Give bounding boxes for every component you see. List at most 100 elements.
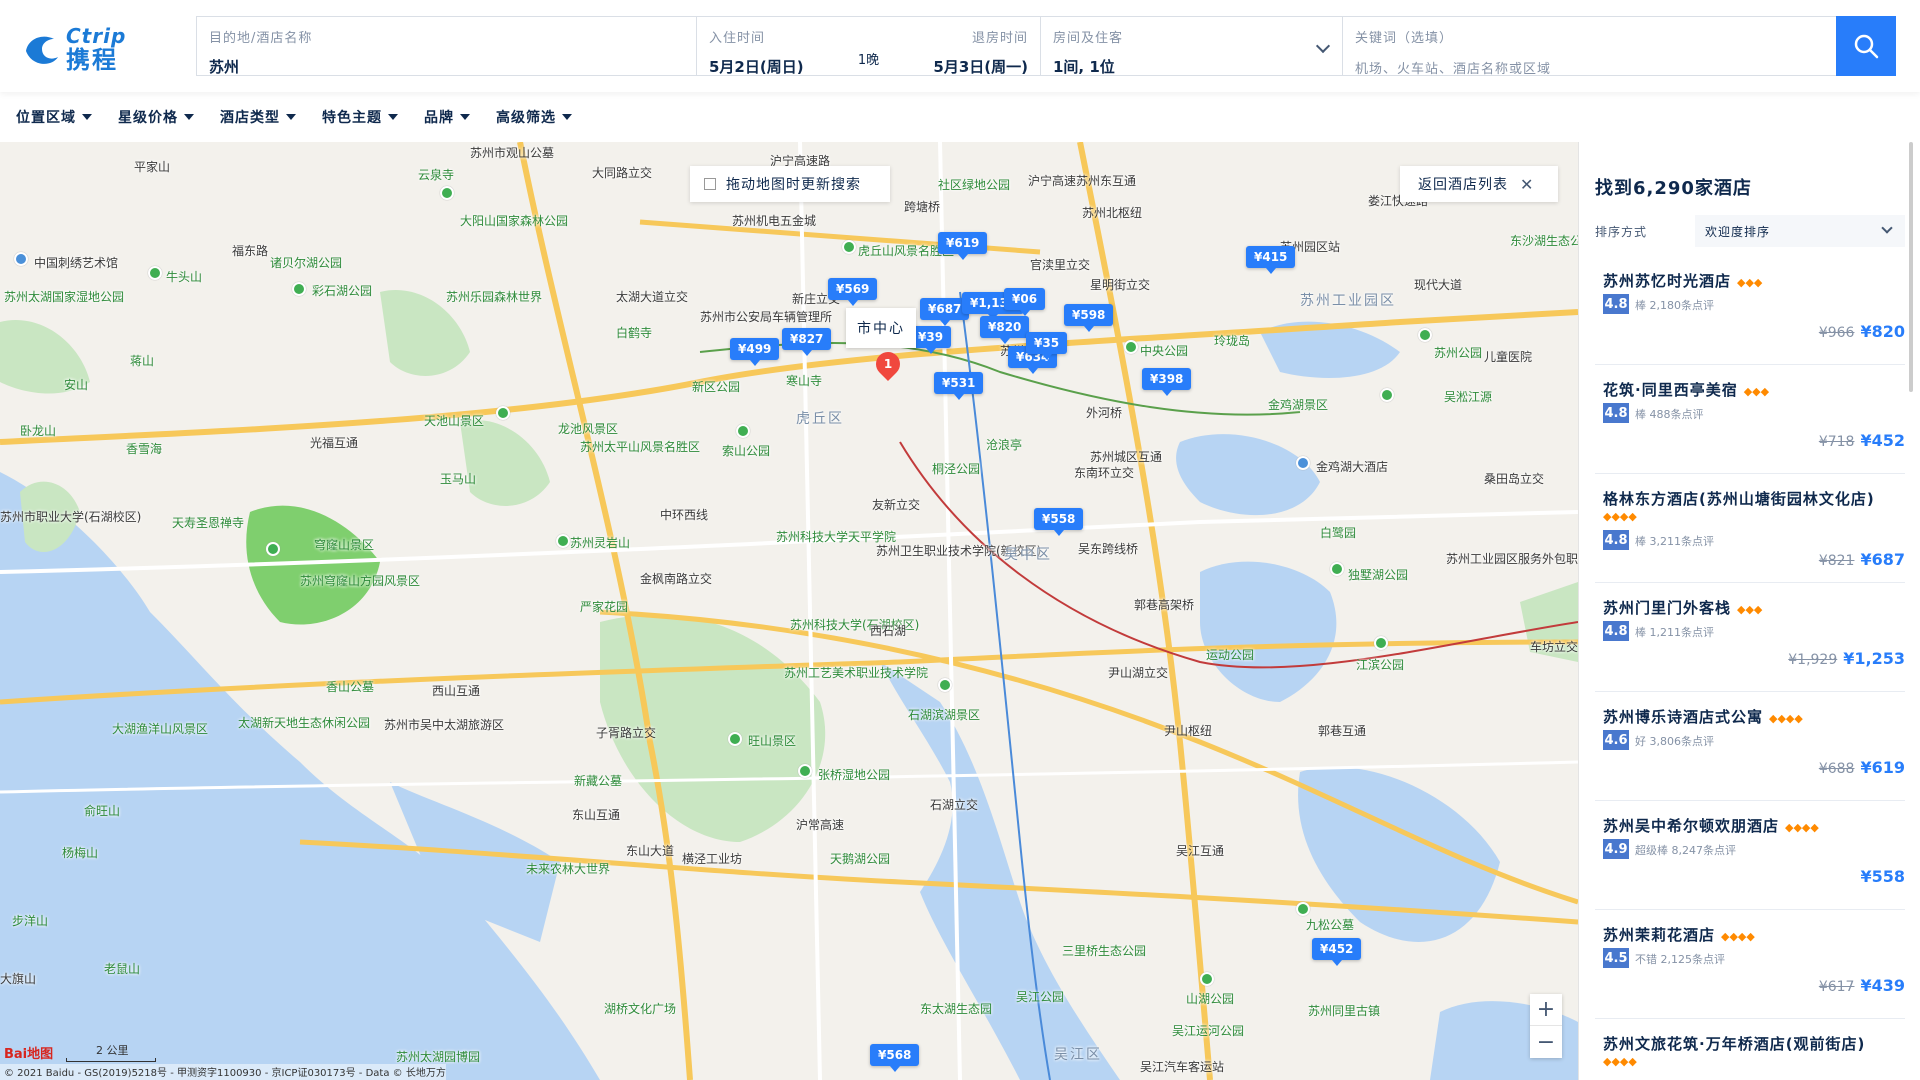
map-label: 运动公园	[1206, 648, 1255, 662]
hotel-name[interactable]: 苏州吴中希尔顿欢朋酒店	[1603, 817, 1779, 835]
hotel-card[interactable]: 苏州文旅花筑·万年桥酒店(观前街店) ◆◆◆◆	[1595, 1019, 1905, 1080]
filter-brand[interactable]: 品牌	[424, 107, 470, 127]
score-badge: 4.8	[1603, 530, 1629, 550]
hotel-card[interactable]: 苏州苏忆时光酒店 ◆◆◆ 4.8 棒 2,180条点评 ¥966 ¥820	[1595, 256, 1905, 365]
poi-marker	[440, 186, 454, 200]
hotel-card[interactable]: 苏州吴中希尔顿欢朋酒店 ◆◆◆◆ 4.9 超级棒 8,247条点评 ¥558	[1595, 801, 1905, 910]
hotel-price-pin[interactable]: ¥619	[938, 232, 988, 260]
sort-select[interactable]: 欢迎度排序	[1695, 215, 1905, 247]
search-button[interactable]	[1836, 16, 1896, 76]
update-on-drag-toggle[interactable]: 拖动地图时更新搜索	[690, 166, 890, 202]
baidu-map-logo[interactable]: Bai地图	[4, 1043, 53, 1062]
hotel-price-pin[interactable]: ¥531	[934, 372, 984, 400]
map-label: 诸贝尔湖公园	[270, 256, 343, 270]
poi-marker	[842, 240, 856, 254]
hotel-price-pin[interactable]: ¥598	[1064, 304, 1114, 332]
filter-location[interactable]: 位置区域	[16, 107, 92, 127]
score-badge: 4.8	[1603, 294, 1629, 314]
map-label: 白鹭园	[1320, 526, 1357, 540]
filter-bar: 位置区域 星级价格 酒店类型 特色主题 品牌 高级筛选	[0, 92, 1920, 142]
map-label: 郭巷高架桥	[1134, 598, 1195, 612]
caret-down-icon	[184, 114, 194, 120]
hotel-card[interactable]: 花筑·同里西亭美宿 ◆◆◆ 4.8 棒 488条点评 ¥718 ¥452	[1595, 365, 1905, 474]
hotel-price-pin[interactable]: ¥499	[730, 338, 780, 366]
checkout-value[interactable]: 5月3日(周一)	[889, 56, 1028, 77]
map-label: 大同路立交	[592, 166, 653, 180]
date-field[interactable]: 入住时间 5月2日(周日) 1晚 退房时间 5月3日(周一)	[697, 17, 1041, 77]
hotel-price-pin[interactable]: ¥06	[1004, 288, 1046, 316]
hotel-price-pin[interactable]: ¥569	[828, 278, 878, 306]
filter-star-price[interactable]: 星级价格	[118, 107, 194, 127]
original-price: ¥966	[1818, 325, 1855, 341]
zoom-in-button[interactable]: +	[1530, 994, 1562, 1026]
caret-down-icon	[460, 114, 470, 120]
hotel-card[interactable]: 苏州博乐诗酒店式公寓 ◆◆◆◆ 4.6 好 3,806条点评 ¥688 ¥619	[1595, 692, 1905, 801]
poi-marker	[496, 406, 510, 420]
current-price: ¥558	[1860, 867, 1905, 886]
map-label: 车坊立交	[1530, 640, 1578, 654]
map-label: 索山公园	[722, 444, 771, 458]
hotel-map[interactable]: 苏州市观山公墓 大同路立交 沪宁高速路 社区绿地公园 沪宁高速苏州东互通 平家山…	[0, 142, 1578, 1080]
map-label: 东太湖生态园	[920, 1002, 993, 1016]
map-label: 苏州工业园区	[1300, 293, 1396, 309]
hotel-card[interactable]: 格林东方酒店(苏州山塘街园林文化店) ◆◆◆◆ 4.8 棒 3,211条点评 ¥…	[1595, 474, 1905, 583]
hotel-price-pin[interactable]: ¥415	[1246, 246, 1296, 274]
zoom-out-button[interactable]: −	[1530, 1026, 1562, 1058]
map-label: 苏州太湖园博园	[396, 1050, 481, 1064]
map-label: 东山大道	[626, 844, 675, 858]
close-icon[interactable]: ✕	[1520, 175, 1534, 194]
map-label: 新藏公墓	[574, 774, 623, 788]
map-label: 桑田岛立交	[1484, 472, 1545, 486]
caret-down-icon	[286, 114, 296, 120]
keyword-field[interactable]: 关键词（选填） 机场、火车站、酒店名称或区域	[1343, 17, 1836, 77]
filter-theme[interactable]: 特色主题	[322, 107, 398, 127]
hotel-name[interactable]: 苏州门里门外客栈	[1603, 599, 1731, 617]
hotel-card[interactable]: 苏州门里门外客栈 ◆◆◆ 4.8 棒 1,211条点评 ¥1,929 ¥1,253	[1595, 583, 1905, 692]
hotel-name[interactable]: 苏州文旅花筑·万年桥酒店(观前街店)	[1603, 1035, 1865, 1053]
keyword-input[interactable]: 机场、火车站、酒店名称或区域	[1355, 58, 1824, 77]
hotel-name[interactable]: 格林东方酒店(苏州山塘街园林文化店)	[1603, 490, 1875, 508]
filter-theme-label: 特色主题	[322, 110, 382, 126]
review-count: 棒 3,211条点评	[1635, 535, 1714, 548]
city-center-tag: 市中心	[846, 308, 916, 348]
hotel-price-pin[interactable]: ¥820	[980, 316, 1030, 344]
filter-hotel-type[interactable]: 酒店类型	[220, 107, 296, 127]
review-count: 棒 1,211条点评	[1635, 626, 1714, 639]
chevron-down-icon	[1881, 222, 1893, 234]
checkin-value[interactable]: 5月2日(周日)	[709, 56, 848, 77]
hotel-price-pin[interactable]: ¥452	[1312, 938, 1362, 966]
hotel-name[interactable]: 花筑·同里西亭美宿	[1603, 381, 1738, 399]
hotel-price-pin[interactable]: ¥827	[782, 328, 832, 356]
checkbox-icon[interactable]	[704, 178, 716, 190]
hotel-name[interactable]: 苏州茉莉花酒店	[1603, 926, 1715, 944]
hotel-card[interactable]: 苏州茉莉花酒店 ◆◆◆◆ 4.5 不错 2,125条点评 ¥617 ¥439	[1595, 910, 1905, 1019]
hotel-price-pin[interactable]: ¥398	[1142, 368, 1192, 396]
filter-advanced[interactable]: 高级筛选	[496, 107, 572, 127]
hotel-price-pin[interactable]: ¥39	[910, 326, 952, 354]
ctrip-logo[interactable]: Ctrip 携程	[22, 26, 126, 72]
hotel-price-pin[interactable]: ¥568	[870, 1044, 920, 1072]
map-label: 湖桥文化广场	[604, 1002, 677, 1016]
hotel-price-pin[interactable]: ¥35	[1026, 332, 1068, 360]
search-icon	[1854, 34, 1879, 59]
map-label: 牛头山	[166, 270, 203, 284]
list-scrollbar[interactable]	[1909, 142, 1913, 392]
hotel-name[interactable]: 苏州苏忆时光酒店	[1603, 272, 1731, 290]
hotel-price-pin[interactable]: ¥558	[1034, 508, 1084, 536]
guests-field[interactable]: 房间及住客 1间, 1位	[1041, 17, 1343, 77]
map-pin-icon[interactable]: 1	[871, 347, 905, 381]
map-label: 苏州市公安局车辆管理所	[700, 310, 833, 324]
map-label: 大湖渔洋山风景区	[112, 722, 209, 736]
map-label: 苏州乐园森林世界	[446, 290, 543, 304]
return-to-list-button[interactable]: 返回酒店列表 ✕	[1400, 166, 1558, 202]
map-label: 吴江区	[1054, 1047, 1102, 1063]
score-badge: 4.6	[1603, 730, 1629, 750]
map-label: 吴江汽车客运站	[1140, 1060, 1225, 1074]
guests-value[interactable]: 1间, 1位	[1053, 56, 1330, 77]
destination-value[interactable]: 苏州	[209, 56, 684, 77]
hotel-name[interactable]: 苏州博乐诗酒店式公寓	[1603, 708, 1763, 726]
destination-field[interactable]: 目的地/酒店名称 苏州	[197, 17, 697, 77]
map-scale-label: 2 公里	[96, 1044, 129, 1057]
score-badge: 4.8	[1603, 621, 1629, 641]
map-label: 苏州机电五金城	[732, 214, 817, 228]
